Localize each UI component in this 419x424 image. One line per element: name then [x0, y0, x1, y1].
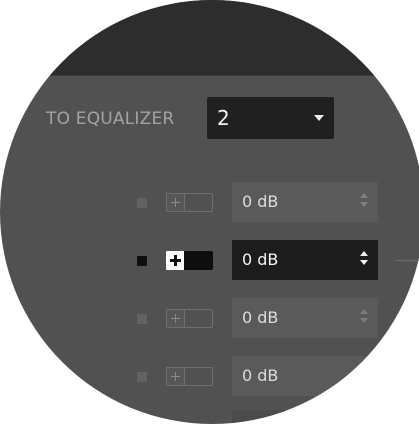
channel-indicator[interactable] [137, 256, 147, 266]
channel-indicator[interactable] [137, 314, 147, 324]
gain-field[interactable]: 0 dB [232, 182, 378, 222]
magnified-panel: TO EQUALIZER 2 0 dB 0 dB 0 dB 0 dB [0, 0, 419, 424]
plus-icon [166, 367, 185, 386]
gain-value: 0 dB [242, 250, 279, 269]
spinner-icon[interactable] [360, 309, 368, 327]
chevron-down-icon[interactable] [314, 115, 324, 121]
link-toggle-icon[interactable] [166, 251, 214, 270]
gain-field[interactable]: 0 dB [232, 240, 378, 280]
connector-line [395, 260, 419, 261]
gain-value: 0 dB [242, 192, 279, 211]
spin-down-icon[interactable] [360, 260, 368, 265]
channel-indicator[interactable] [137, 372, 147, 382]
gain-row-active: 0 dB [0, 240, 419, 280]
spin-up-icon[interactable] [360, 251, 368, 256]
toolbar-divider [0, 75, 419, 76]
equalizer-select-value: 2 [217, 106, 230, 130]
spin-down-icon[interactable] [360, 202, 368, 207]
link-toggle-icon[interactable] [166, 367, 214, 386]
gain-field-partial[interactable] [232, 410, 378, 424]
channel-indicator[interactable] [137, 198, 147, 208]
spinner-icon[interactable] [360, 251, 368, 269]
gain-value: 0 dB [242, 308, 279, 327]
spin-down-icon[interactable] [360, 318, 368, 323]
top-toolbar [0, 0, 419, 75]
equalizer-select[interactable]: 2 [207, 97, 334, 139]
gain-row: 0 dB [0, 298, 419, 338]
gain-field[interactable]: 0 dB [232, 298, 378, 338]
spin-up-icon[interactable] [360, 309, 368, 314]
plus-icon [166, 193, 185, 212]
link-toggle-icon[interactable] [166, 309, 214, 328]
gain-row: 0 dB [0, 356, 419, 396]
plus-icon [166, 309, 185, 328]
gain-value: 0 dB [242, 366, 279, 385]
link-toggle-icon[interactable] [166, 193, 214, 212]
gain-field[interactable]: 0 dB [232, 356, 378, 396]
gain-row: 0 dB [0, 182, 419, 222]
plus-icon [166, 251, 185, 270]
spinner-icon[interactable] [360, 193, 368, 211]
spin-up-icon[interactable] [360, 193, 368, 198]
to-equalizer-label: TO EQUALIZER [46, 109, 175, 129]
